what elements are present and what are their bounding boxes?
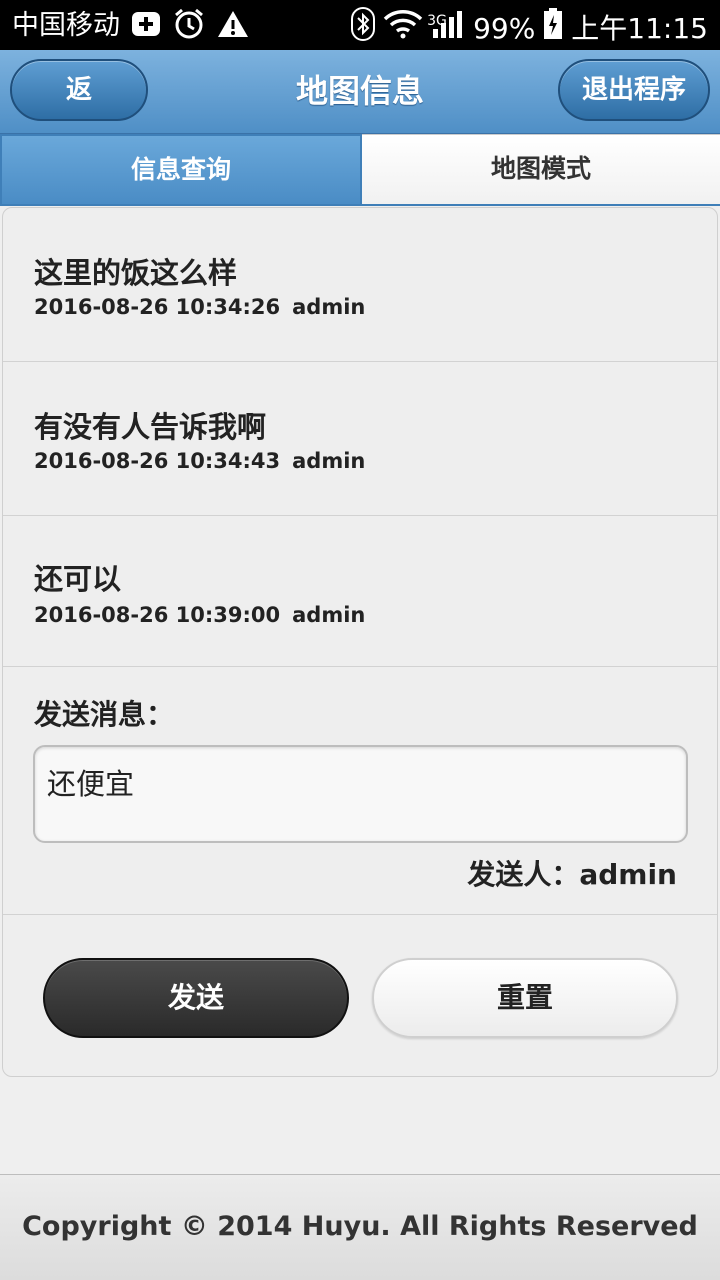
clock: 上午11:15 [571,11,708,45]
exit-button[interactable]: 退出程序 [558,59,710,121]
message-user: admin [292,449,366,473]
battery-charging-icon [543,8,563,49]
message-text: 这里的饭这么样 [34,256,238,290]
signal-icon: 3G [427,9,465,48]
status-bar: 中国移动 3G 99% 上午11:15 [0,0,720,50]
footer: Copyright © 2014 Huyu. All Rights Reserv… [0,1174,720,1280]
reset-button[interactable]: 重置 [372,958,678,1038]
tab-map-mode[interactable]: 地图模式 [362,134,720,204]
compose-section: 发送消息： 还便宜 发送人：admin [3,667,717,915]
wifi-icon [383,9,423,48]
message-time: 2016-08-26 10:34:43 [34,449,281,473]
compose-label: 发送消息： [34,698,175,731]
message-meta: 2016-08-26 10:34:43 admin [34,449,365,473]
tab-info-query[interactable]: 信息查询 [0,134,362,204]
sender-label: 发送人：admin [467,858,677,891]
message-text: 还可以 [34,562,122,596]
message-text: 有没有人告诉我啊 [34,410,267,444]
message-user: admin [292,603,366,627]
list-item[interactable]: 这里的饭这么样 2016-08-26 10:34:26 admin [3,208,717,362]
app-header: 地图信息 返回 退出程序 [0,50,720,163]
bluetooth-icon [351,7,376,50]
message-meta: 2016-08-26 10:34:26 admin [34,295,365,319]
message-time: 2016-08-26 10:34:26 [34,295,281,319]
message-meta: 2016-08-26 10:39:00 admin [34,603,365,627]
list-item[interactable]: 有没有人告诉我啊 2016-08-26 10:34:43 admin [3,362,717,516]
message-user: admin [292,295,366,319]
network-type: 3G [427,13,447,29]
status-left: 中国移动 [12,7,250,45]
tab-bar: 信息查询 地图模式 [0,134,720,206]
status-right: 3G 99% 上午11:15 [343,7,708,50]
carrier-name: 中国移动 [12,10,120,41]
alarm-icon [172,7,206,45]
message-input[interactable]: 还便宜 [33,745,688,843]
list-item[interactable]: 还可以 2016-08-26 10:39:00 admin [3,516,717,667]
back-button[interactable]: 返回 [10,59,148,163]
warning-icon [216,9,250,43]
plus-notification-icon [130,10,162,42]
send-button[interactable]: 发送 [43,958,349,1038]
battery-percent: 99% [473,11,536,45]
copyright-text: Copyright © 2014 Huyu. All Rights Reserv… [22,1211,698,1242]
message-time: 2016-08-26 10:39:00 [34,603,281,627]
message-panel: 这里的饭这么样 2016-08-26 10:34:26 admin 有没有人告诉我… [2,207,718,1077]
